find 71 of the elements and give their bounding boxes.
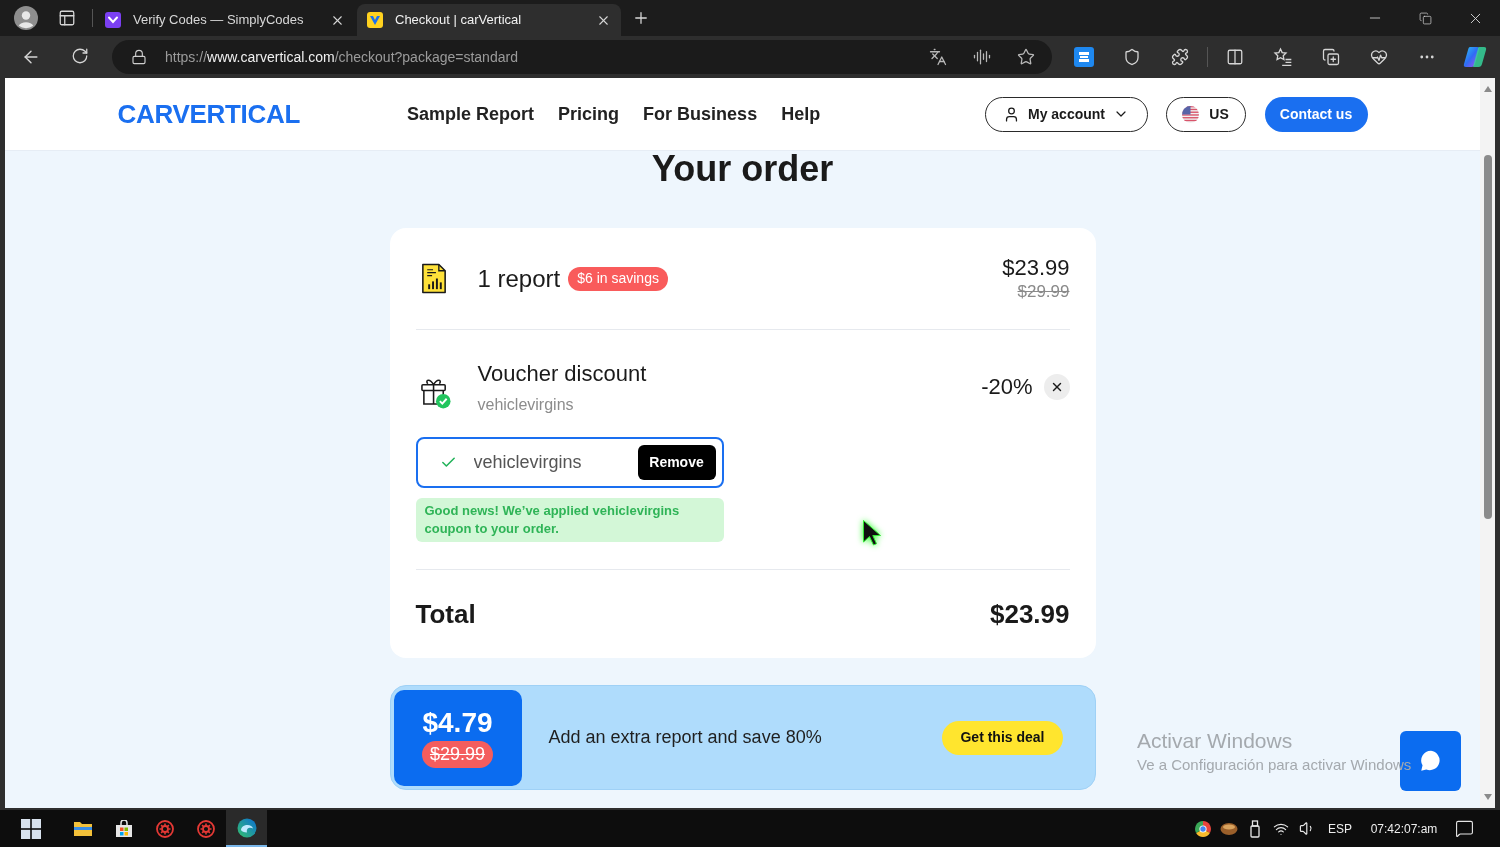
price: $23.99 [1002, 255, 1070, 281]
translate-icon[interactable] [929, 48, 947, 66]
url-text[interactable]: https://www.carvertical.com/checkout?package=standard [165, 46, 518, 68]
shopping-bag-icon [114, 819, 133, 838]
contact-button[interactable]: Contact us [1264, 96, 1368, 132]
voucher-title: Voucher discount [477, 360, 647, 388]
tab-favicon-icon [367, 12, 383, 28]
discount-value: -20% [981, 374, 1033, 400]
browser-tab[interactable]: Verify Codes — SimplyCodes [95, 4, 355, 36]
nav-link[interactable]: Help [781, 100, 821, 128]
coupon-field[interactable]: vehiclevirgins Remove [415, 437, 724, 488]
remove-coupon-button[interactable]: Remove [637, 445, 716, 480]
success-message: Good news! We’ve applied vehiclevirgins coupon to your order. [415, 498, 724, 542]
deal-price: $4.79 [422, 707, 493, 739]
app-logo-icon[interactable] [1463, 46, 1487, 68]
input-language[interactable]: ESP [1320, 819, 1360, 838]
brand-logo[interactable]: CARVERTICAL [117, 101, 301, 127]
page-title: Your order [651, 151, 834, 189]
segmented-circle-app-icon[interactable] [1195, 820, 1211, 837]
scroll-up-arrow-icon[interactable] [1483, 86, 1492, 92]
profile-avatar-icon[interactable] [14, 6, 38, 30]
get-deal-button[interactable]: Get this deal [942, 720, 1063, 755]
nav-link[interactable]: Pricing [558, 100, 620, 128]
remove-voucher-button[interactable] [1043, 374, 1070, 400]
user-icon [1003, 105, 1020, 123]
scrollbar[interactable] [1480, 78, 1495, 808]
star-list-icon[interactable] [1273, 47, 1293, 67]
browser-logo-icon [236, 817, 257, 838]
new-tab-icon[interactable] [632, 9, 650, 27]
split-screen-icon[interactable] [1226, 48, 1244, 66]
panels-layout-icon[interactable] [58, 9, 76, 27]
folder-icon [72, 820, 93, 837]
disc-app-icon[interactable] [1220, 821, 1238, 836]
address-bar[interactable]: https://www.carvertical.com/checkout?package=standard [112, 40, 1052, 74]
voucher-code: vehiclevirgins [477, 395, 575, 415]
scroll-down-arrow-icon[interactable] [1483, 794, 1492, 800]
speech-bubble-icon[interactable] [1454, 819, 1474, 838]
deal-description: Add an extra report and save 80% [548, 726, 822, 749]
extension-tile-icon[interactable] [1074, 47, 1094, 67]
star-icon[interactable] [1017, 48, 1035, 66]
nav-link[interactable]: For Business [643, 100, 758, 128]
flag-icon [1182, 105, 1200, 123]
region-button[interactable]: US [1165, 96, 1246, 132]
start-icon[interactable] [21, 818, 41, 839]
scrollbar-thumb[interactable] [1483, 155, 1492, 519]
activation-title: Activar Windows [1137, 728, 1293, 753]
mouse-pointer-icon [862, 519, 882, 547]
usb-drive-icon[interactable] [1250, 819, 1260, 838]
shield-icon[interactable] [1123, 48, 1141, 66]
original-price: $29.99 [1017, 281, 1070, 302]
account-button[interactable]: My account [984, 96, 1148, 132]
nav-link[interactable]: Sample Report [407, 100, 535, 128]
deal-original-price: $29.99 [421, 741, 494, 768]
total-label: Total [415, 597, 476, 631]
taskbar-button[interactable] [226, 810, 267, 847]
stacked-squares-plus-icon[interactable] [1322, 48, 1340, 66]
browser-tab[interactable]: Checkout | carVertical [357, 4, 621, 36]
savings-badge: $6 in savings [568, 266, 668, 291]
clock[interactable]: 07:42:07:am [1366, 819, 1442, 838]
restore-icon[interactable] [1418, 11, 1432, 25]
gear-app-icon [155, 819, 174, 838]
gear-app-icon [196, 819, 215, 838]
heart-pulse-icon[interactable] [1370, 48, 1388, 66]
sound-wave-icon[interactable] [973, 48, 991, 66]
tab-favicon-icon [105, 12, 121, 28]
lock-icon [131, 49, 147, 65]
report-document-icon [420, 263, 447, 294]
puzzle-piece-icon[interactable] [1171, 48, 1189, 66]
product-name: 1 report [477, 263, 561, 294]
refresh-icon[interactable] [71, 47, 89, 65]
total-amount: $23.99 [989, 597, 1070, 631]
